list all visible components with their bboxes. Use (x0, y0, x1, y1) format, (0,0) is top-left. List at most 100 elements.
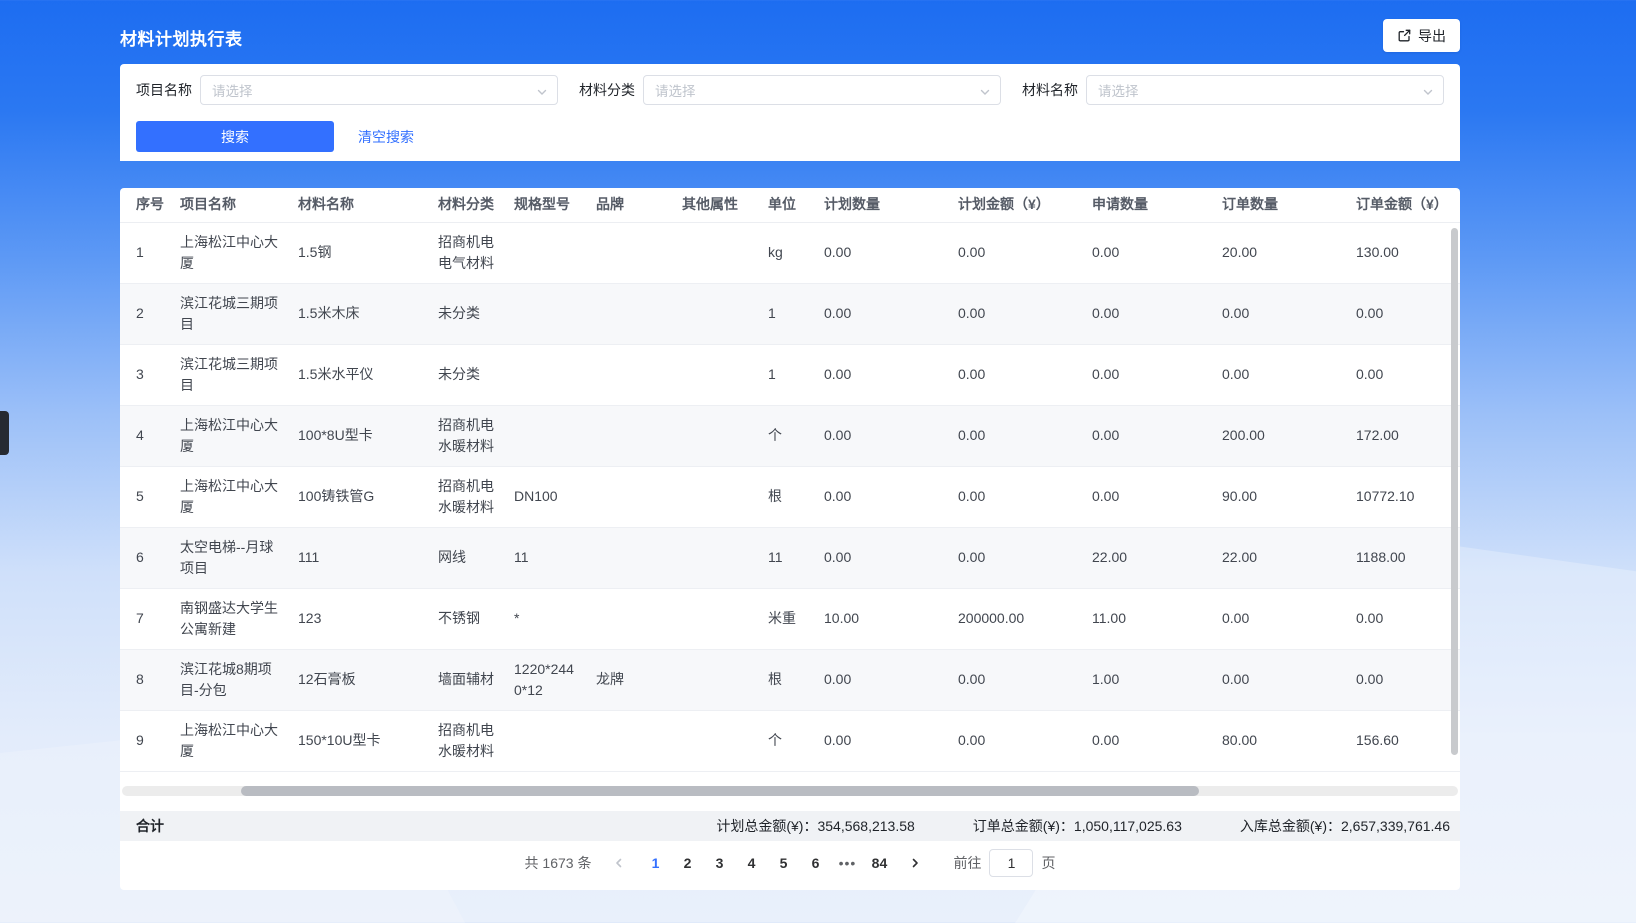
search-button[interactable]: 搜索 (136, 121, 334, 152)
page-number-button[interactable]: 2 (673, 849, 701, 877)
table-row: 7南钢盛达大学生公寓新建123不锈钢*米重10.00200000.0011.00… (120, 588, 1460, 649)
page-number-button[interactable]: 3 (705, 849, 733, 877)
project-name-select[interactable]: 请选择 (200, 75, 558, 105)
column-header: 规格型号 (506, 188, 588, 222)
table-cell: 1188.00 (1348, 527, 1460, 588)
pagination: 共 1673 条 123456•••84 前往 页 (120, 841, 1460, 886)
table-cell: 12石膏板 (290, 649, 430, 710)
clear-search-link[interactable]: 清空搜索 (358, 127, 414, 147)
table-cell: 0.00 (1084, 283, 1214, 344)
chevron-down-icon (1422, 85, 1434, 101)
table-cell: 20.00 (1214, 222, 1348, 283)
table-cell (588, 283, 674, 344)
table-cell: 0.00 (1214, 283, 1348, 344)
table-cell: 0.00 (1348, 344, 1460, 405)
page-ellipsis: ••• (833, 849, 861, 877)
goto-suffix: 页 (1041, 853, 1055, 873)
page-number-button[interactable]: 84 (865, 849, 893, 877)
table-cell (674, 222, 760, 283)
table-cell (674, 283, 760, 344)
table-cell: 滨江花城三期项目 (172, 344, 290, 405)
table-cell: 0.00 (950, 405, 1084, 466)
table-cell: 上海松江中心大厦 (172, 466, 290, 527)
next-page-button[interactable] (901, 849, 929, 877)
material-name-select[interactable]: 请选择 (1086, 75, 1444, 105)
table-cell: 0.00 (950, 344, 1084, 405)
table-cell (506, 283, 588, 344)
table-cell: 11 (506, 527, 588, 588)
chevron-down-icon (979, 85, 991, 101)
column-header: 计划金额（¥） (950, 188, 1084, 222)
table-cell: 个 (760, 405, 816, 466)
table-cell: 0.00 (1084, 466, 1214, 527)
page-number-button[interactable]: 6 (801, 849, 829, 877)
table-cell: 130.00 (1348, 222, 1460, 283)
table-cell: 80.00 (1214, 710, 1348, 771)
column-header: 序号 (120, 188, 172, 222)
table-cell: 10.00 (816, 588, 950, 649)
vertical-scrollbar[interactable] (1451, 228, 1458, 755)
filter-material-category: 材料分类 请选择 (579, 75, 1001, 105)
table-cell: 未分类 (430, 344, 506, 405)
column-header: 计划数量 (816, 188, 950, 222)
table-cell: 0.00 (1084, 222, 1214, 283)
table-cell: 根 (760, 649, 816, 710)
table-cell (506, 222, 588, 283)
table-cell: 22.00 (1214, 527, 1348, 588)
page-number-button[interactable]: 1 (641, 849, 669, 877)
order-total-amount: 订单总金额(¥)：1,050,117,025.63 (973, 816, 1182, 836)
column-header: 品牌 (588, 188, 674, 222)
table-cell: 个 (760, 710, 816, 771)
column-header: 申请数量 (1084, 188, 1214, 222)
material-plan-table: 序号项目名称材料名称材料分类规格型号品牌其他属性单位计划数量计划金额（¥）申请数… (120, 188, 1460, 772)
table-cell: 0.00 (950, 649, 1084, 710)
table-cell: 0.00 (816, 405, 950, 466)
table-cell: 172.00 (1348, 405, 1460, 466)
table-cell: 0.00 (1084, 405, 1214, 466)
table-cell (506, 405, 588, 466)
table-cell: 南钢盛达大学生公寓新建 (172, 588, 290, 649)
table-cell: 滨江花城三期项目 (172, 283, 290, 344)
table-body: 1上海松江中心大厦1.5钢招商机电电气材料kg0.000.000.0020.00… (120, 222, 1460, 771)
page-number-button[interactable]: 4 (737, 849, 765, 877)
table-cell: 上海松江中心大厦 (172, 710, 290, 771)
table-cell: 100铸铁管G (290, 466, 430, 527)
goto-page-input[interactable] (989, 849, 1033, 877)
table-cell: 150*10U型卡 (290, 710, 430, 771)
plan-total-amount: 计划总金额(¥)：354,568,213.58 (716, 816, 914, 836)
table-row: 6太空电梯--月球项目111网线11110.000.0022.0022.0011… (120, 527, 1460, 588)
table-cell: 不锈钢 (430, 588, 506, 649)
column-header: 单位 (760, 188, 816, 222)
table-cell: 123 (290, 588, 430, 649)
column-header: 材料分类 (430, 188, 506, 222)
table-row: 3滨江花城三期项目1.5米水平仪未分类10.000.000.000.000.00 (120, 344, 1460, 405)
table-cell (674, 649, 760, 710)
material-category-select[interactable]: 请选择 (643, 75, 1001, 105)
page-number-list: 123456•••84 (641, 849, 893, 877)
table-cell: 5 (120, 466, 172, 527)
table-row: 2滨江花城三期项目1.5米木床未分类10.000.000.000.000.00 (120, 283, 1460, 344)
table-row: 4上海松江中心大厦100*8U型卡招商机电水暖材料个0.000.000.0020… (120, 405, 1460, 466)
table-cell (588, 405, 674, 466)
table-row: 9上海松江中心大厦150*10U型卡招商机电水暖材料个0.000.000.008… (120, 710, 1460, 771)
table-cell (674, 527, 760, 588)
page-title: 材料计划执行表 (120, 25, 243, 50)
page-number-button[interactable]: 5 (769, 849, 797, 877)
pagination-total-count: 共 1673 条 (525, 853, 592, 873)
chevron-down-icon (536, 85, 548, 101)
summary-row: 合计 计划总金额(¥)：354,568,213.58 订单总金额(¥)：1,05… (120, 811, 1460, 841)
table-cell: 0.00 (950, 283, 1084, 344)
horizontal-scrollbar-thumb[interactable] (241, 786, 1199, 796)
table-cell: DN100 (506, 466, 588, 527)
table-cell: 11.00 (1084, 588, 1214, 649)
sidebar-collapse-handle[interactable] (0, 411, 9, 455)
filter-panel: 项目名称 请选择 材料分类 请选择 材料名称 请选择 (120, 64, 1460, 161)
table-cell: 0.00 (950, 466, 1084, 527)
table-cell: 招商机电电气材料 (430, 222, 506, 283)
table-cell: 0.00 (1084, 344, 1214, 405)
table-cell: 11 (760, 527, 816, 588)
prev-page-button[interactable] (605, 849, 633, 877)
select-placeholder: 请选择 (655, 80, 696, 100)
export-button[interactable]: 导出 (1383, 19, 1460, 52)
select-placeholder: 请选择 (1098, 80, 1139, 100)
